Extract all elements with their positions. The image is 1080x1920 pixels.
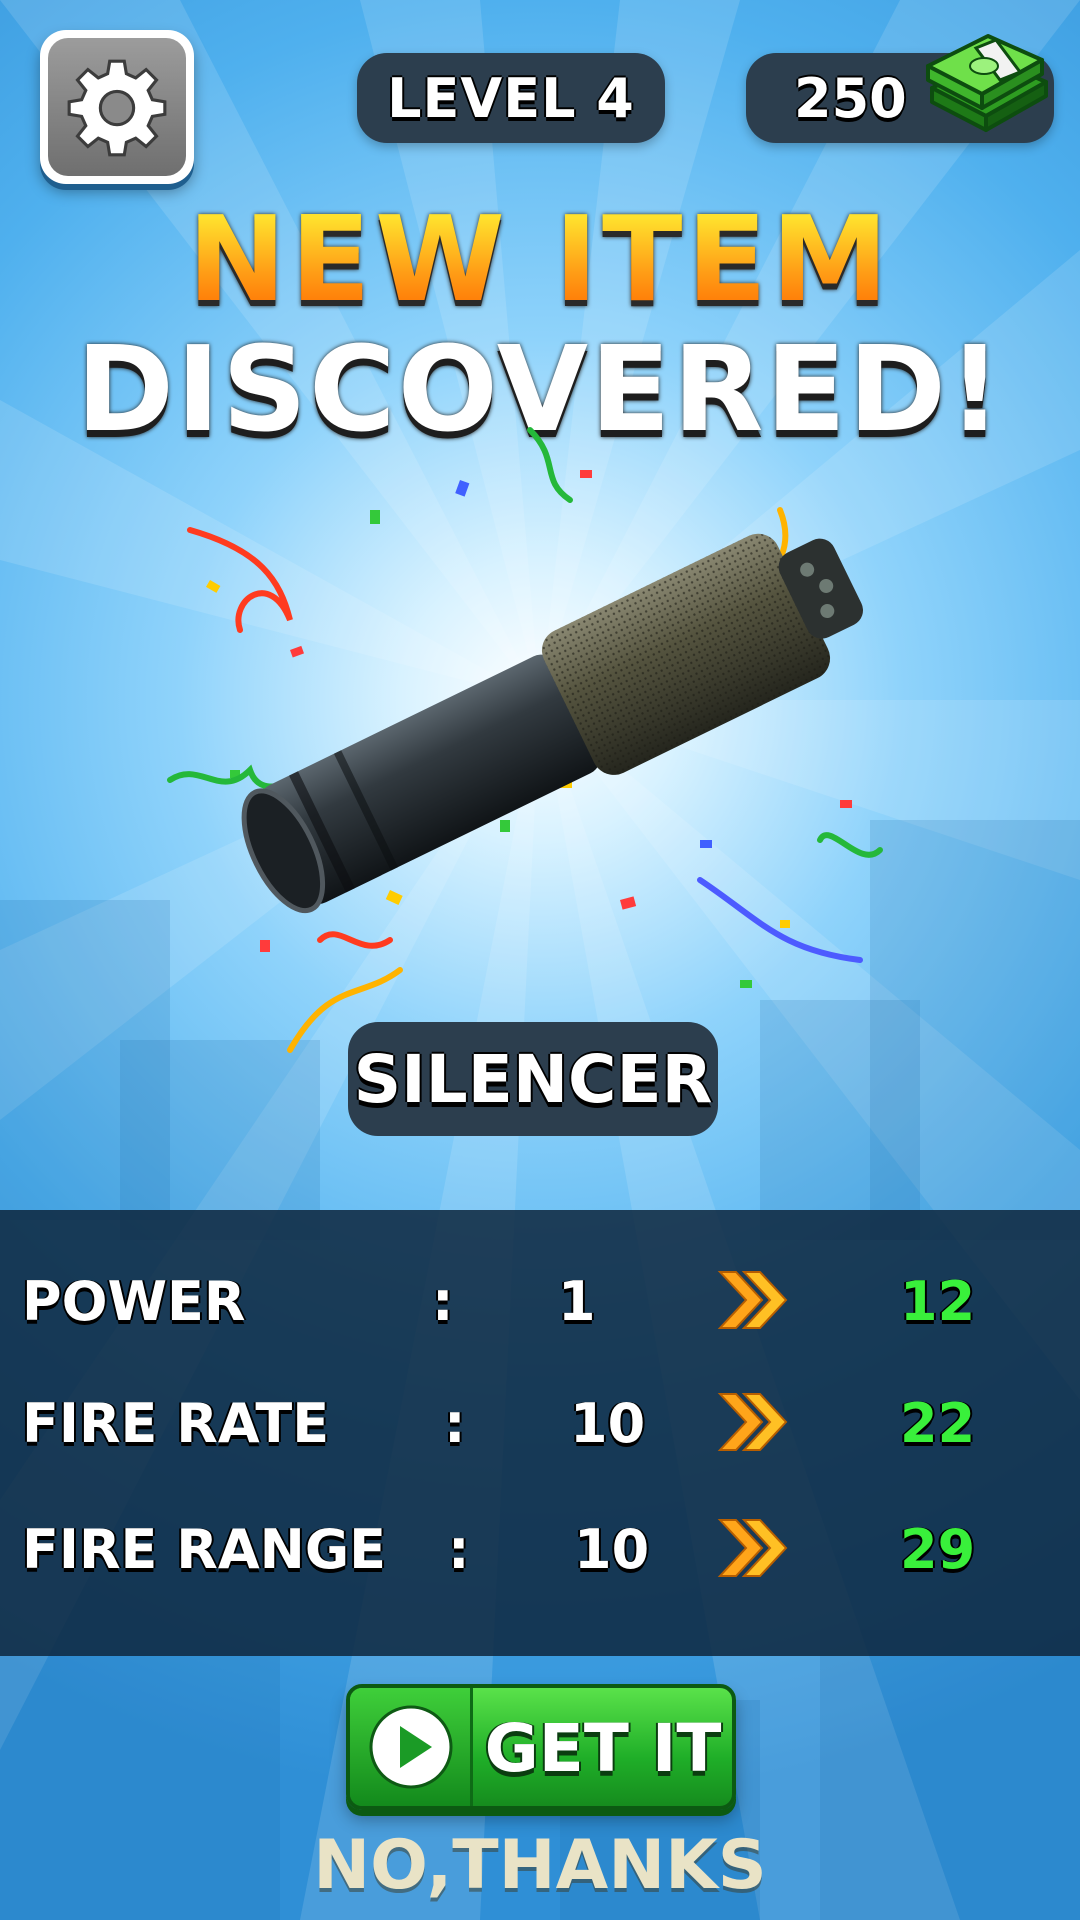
gear-icon: [67, 59, 167, 157]
money-stack-icon: [926, 34, 1048, 132]
double-arrow-icon: [717, 1271, 788, 1329]
stat-separator: :: [448, 1518, 470, 1581]
stat-row-fire-range: FIRE RANGE : 10 29: [0, 1504, 1080, 1594]
play-icon: [369, 1705, 453, 1789]
stat-upgraded-value: 12: [900, 1270, 976, 1333]
no-thanks-link[interactable]: NO,THANKS: [0, 1826, 1080, 1905]
silencer-image: [167, 427, 883, 1053]
stat-row-fire-rate: FIRE RATE : 10 22: [0, 1378, 1080, 1468]
stat-separator: :: [444, 1392, 466, 1455]
item-name-label: SILENCER: [348, 1022, 718, 1136]
stat-current-value: 1: [558, 1270, 596, 1333]
stat-label: FIRE RATE: [22, 1392, 330, 1455]
double-arrow-icon: [717, 1519, 788, 1577]
get-it-icon-area: [350, 1688, 473, 1806]
stat-current-value: 10: [570, 1392, 646, 1455]
stat-label: FIRE RANGE: [22, 1518, 387, 1581]
get-it-label: GET IT: [484, 1710, 722, 1787]
stat-upgraded-value: 29: [900, 1518, 976, 1581]
level-indicator: LEVEL 4: [357, 53, 665, 143]
cash-value: 250: [794, 67, 907, 130]
stat-separator: :: [432, 1270, 454, 1333]
stat-current-value: 10: [574, 1518, 650, 1581]
settings-button-face: [48, 38, 186, 176]
level-label: LEVEL 4: [387, 66, 635, 130]
stats-panel: POWER : 1 12 FIRE RATE : 10 22 FIRE RANG…: [0, 1210, 1080, 1656]
title-new-item: NEW ITEM: [0, 190, 1080, 328]
stat-row-power: POWER : 1 12: [0, 1256, 1080, 1346]
stat-label: POWER: [22, 1270, 246, 1333]
get-it-button[interactable]: GET IT: [346, 1684, 736, 1810]
settings-button[interactable]: [40, 30, 194, 184]
stat-upgraded-value: 22: [900, 1392, 976, 1455]
double-arrow-icon: [717, 1393, 788, 1451]
